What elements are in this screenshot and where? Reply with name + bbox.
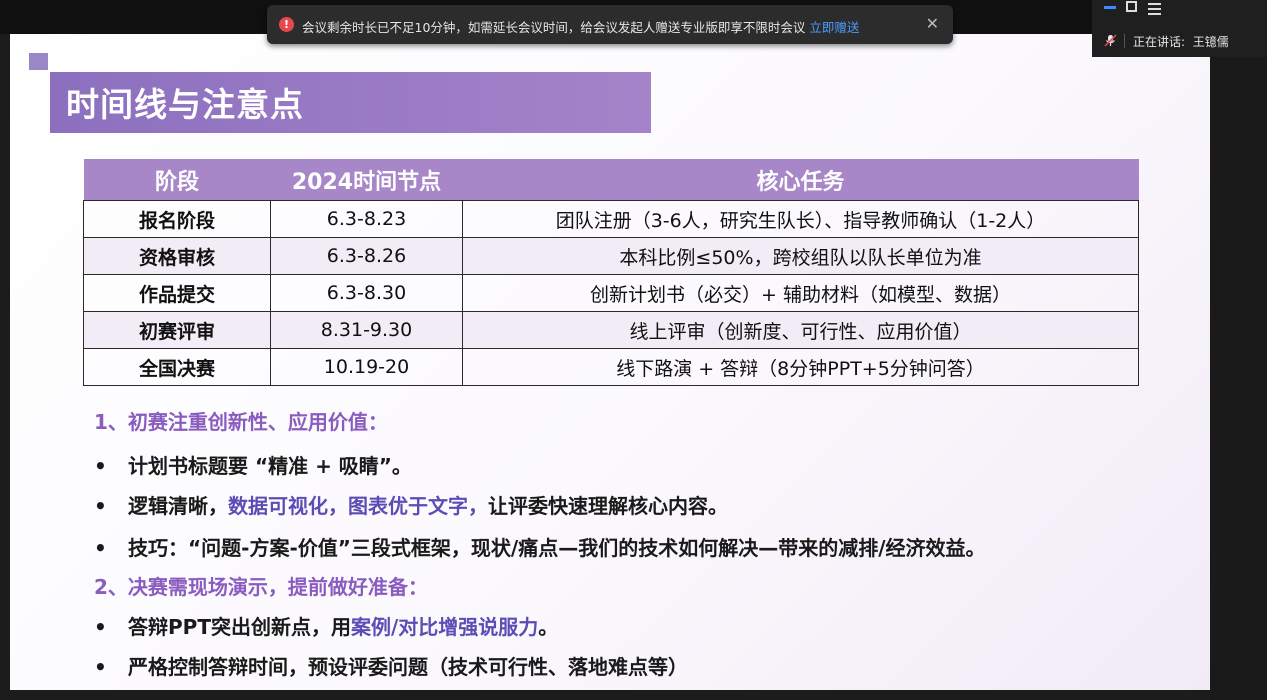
speaker-panel: 正在讲话: 王镱儒 [1092, 0, 1267, 57]
speaker-name: 王镱儒 [1192, 35, 1229, 49]
note-bullet-1: • 计划书标题要 “精准 + 吸睛”。 [94, 450, 412, 479]
microphone-icon [1104, 34, 1117, 47]
note-bullet-5: • 严格控制答辩时间，预设评委问题（技术可行性、落地难点等） [94, 651, 688, 680]
note-text: 严格控制答辩时间，预设评委问题（技术可行性、落地难点等） [128, 655, 688, 679]
bullet-mark: • [94, 454, 107, 478]
notes-section: 1、初赛注重创新性、应用价值： • 计划书标题要 “精准 + 吸睛”。 • 逻辑清晰… [10, 34, 1210, 690]
note-heading-1: 1、初赛注重创新性、应用价值： [94, 410, 388, 434]
bullet-mark: • [94, 494, 107, 518]
note-text: 逻辑清晰， [128, 494, 228, 518]
note-text: 答辩PPT突出创新点，用 [128, 615, 351, 639]
menu-icon[interactable] [1148, 0, 1161, 15]
note-heading-2: 2、决赛需现场演示，提前做好准备： [94, 575, 428, 599]
toast-message: 会议剩余时长已不足10分钟，如需延长会议时间，给会议发起人赠送专业版即享不限时会… [302, 17, 859, 36]
note-bullet-2: • 逻辑清晰，数据可视化，图表优于文字，让评委快速理解核心内容。 [94, 490, 728, 519]
close-icon[interactable]: ✕ [926, 14, 939, 33]
speaking-label: 正在讲话: [1133, 35, 1186, 49]
toast-text: 会议剩余时长已不足10分钟，如需延长会议时间，给会议发起人赠送专业版即享不限时会… [302, 20, 806, 35]
bullet-mark: • [94, 655, 107, 679]
presentation-slide: 时间线与注意点 阶段 2024时间节点 核心任务 报名阶段 6.3-8.23 团… [10, 34, 1210, 690]
note-text: 让评委快速理解核心内容。 [488, 494, 728, 518]
divider [1124, 34, 1125, 48]
side-strip [1210, 57, 1267, 700]
note-text: 技巧：“问题-方案-价值”三段式框架，现状/痛点—我们的技术如何解决—带来的减排… [128, 536, 986, 560]
note-text: 计划书标题要 “精准 + 吸睛”。 [128, 454, 412, 478]
meeting-time-warning-toast: ! 会议剩余时长已不足10分钟，如需延长会议时间，给会议发起人赠送专业版即享不限… [267, 5, 953, 44]
bullet-mark: • [94, 615, 107, 639]
speaking-indicator: 正在讲话: 王镱儒 [1133, 33, 1229, 50]
minimize-icon[interactable] [1104, 6, 1116, 9]
restore-window-icon[interactable] [1126, 1, 1137, 12]
note-bullet-4: • 答辩PPT突出创新点，用案例/对比增强说服力。 [94, 611, 558, 640]
note-highlight: 案例/对比增强说服力 [350, 615, 539, 639]
gift-now-link[interactable]: 立即赠送 [809, 20, 859, 35]
note-text: 。 [538, 615, 559, 639]
warning-icon: ! [279, 17, 294, 32]
bullet-mark: • [94, 536, 107, 560]
note-bullet-3: • 技巧：“问题-方案-价值”三段式框架，现状/痛点—我们的技术如何解决—带来的减… [94, 532, 986, 561]
note-highlight: 数据可视化，图表优于文字， [228, 494, 488, 518]
